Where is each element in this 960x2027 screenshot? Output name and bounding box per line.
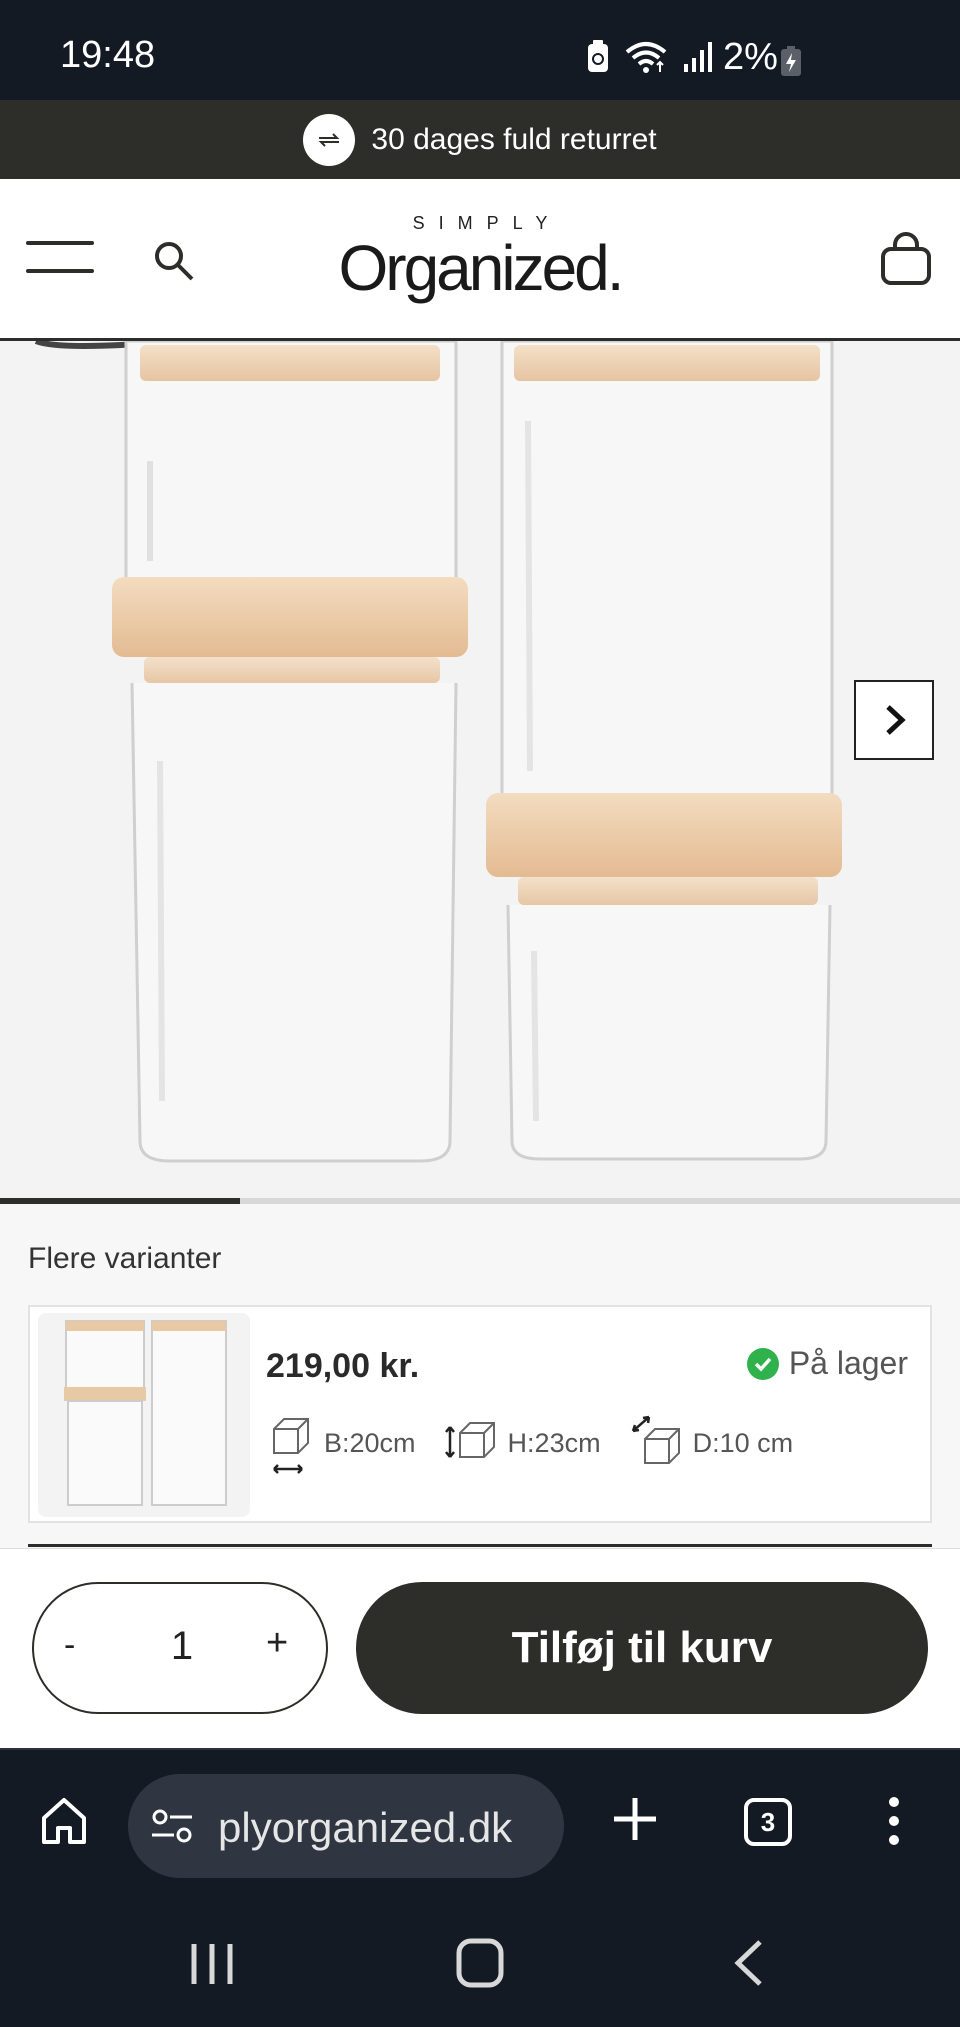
tab-switcher-button[interactable]: 3 — [744, 1798, 792, 1846]
add-to-cart-button[interactable]: Tilføj til kurv — [356, 1582, 928, 1714]
stock-status: På lager — [746, 1345, 908, 1382]
browser-toolbar: plyorganized.dk 3 — [0, 1748, 960, 1900]
chevron-right-icon — [886, 705, 906, 735]
quantity-increase-button[interactable]: + — [266, 1622, 288, 1665]
search-icon[interactable] — [152, 239, 196, 283]
back-icon[interactable] — [730, 1938, 766, 1988]
quantity-value[interactable]: 1 — [162, 1624, 202, 1669]
return-arrows-icon — [303, 113, 356, 166]
battery-percent: 2% — [723, 36, 778, 78]
variants-title: Flere varianter — [28, 1242, 222, 1275]
signal-icon — [684, 42, 712, 72]
home-icon[interactable] — [40, 1796, 88, 1846]
new-tab-icon[interactable] — [610, 1794, 660, 1844]
battery-charging-icon — [781, 46, 801, 76]
dimension-height-label: H:23cm — [507, 1427, 601, 1458]
announcement-text: 30 dages fuld returret — [371, 122, 657, 156]
address-bar[interactable]: plyorganized.dk — [128, 1774, 564, 1878]
variant-card[interactable]: 219,00 kr. På lager B:20cm H:23cm D:10 c… — [28, 1305, 932, 1523]
site-header: SIMPLY Organized. — [0, 179, 960, 341]
add-to-cart-bar: - 1 + Tilføj til kurv — [0, 1548, 960, 1748]
bag-icon[interactable] — [880, 231, 932, 287]
logo-main-text: Organized. — [338, 232, 624, 304]
check-circle-icon — [746, 1347, 779, 1380]
site-settings-icon[interactable] — [150, 1808, 194, 1844]
status-time: 19:48 — [60, 34, 156, 76]
battery-saver-icon — [588, 40, 608, 72]
recent-apps-icon[interactable] — [190, 1940, 234, 1988]
stock-label: På lager — [788, 1345, 908, 1381]
address-bar-url: plyorganized.dk — [218, 1804, 513, 1851]
dimension-depth: D:10 cm — [629, 1413, 794, 1473]
logo[interactable]: SIMPLY Organized. — [320, 213, 640, 300]
product-image-gallery[interactable] — [0, 341, 960, 1201]
dimension-width: B:20cm — [266, 1411, 416, 1475]
dimension-depth-label: D:10 cm — [692, 1427, 794, 1458]
logo-small-text: SIMPLY — [412, 213, 562, 233]
system-navigation-bar — [0, 1900, 960, 2027]
variant-thumbnail — [38, 1313, 250, 1517]
dimension-height: H:23cm — [444, 1417, 601, 1469]
variant-price: 219,00 kr. — [266, 1347, 420, 1385]
quantity-stepper: - 1 + — [32, 1582, 328, 1714]
announcement-bar: 30 dages fuld returret — [0, 100, 960, 179]
wifi-icon — [625, 42, 667, 73]
section-divider — [28, 1544, 932, 1547]
status-icons — [586, 40, 716, 74]
box-width-icon — [273, 1418, 309, 1474]
dimension-width-label: B:20cm — [324, 1427, 416, 1458]
dimensions: B:20cm H:23cm D:10 cm — [266, 1411, 793, 1475]
status-bar: 19:48 2% — [0, 0, 960, 100]
gallery-next-button[interactable] — [854, 680, 934, 760]
menu-icon[interactable] — [26, 241, 94, 273]
box-depth-icon — [631, 1415, 680, 1464]
box-height-icon — [444, 1422, 495, 1458]
variants-section: Flere varianter 219,00 kr. På lager B:20… — [0, 1204, 960, 1548]
quantity-decrease-button[interactable]: - — [64, 1626, 75, 1665]
product-image — [34, 341, 842, 1163]
more-options-icon[interactable] — [884, 1796, 904, 1846]
system-home-icon[interactable] — [456, 1938, 504, 1988]
